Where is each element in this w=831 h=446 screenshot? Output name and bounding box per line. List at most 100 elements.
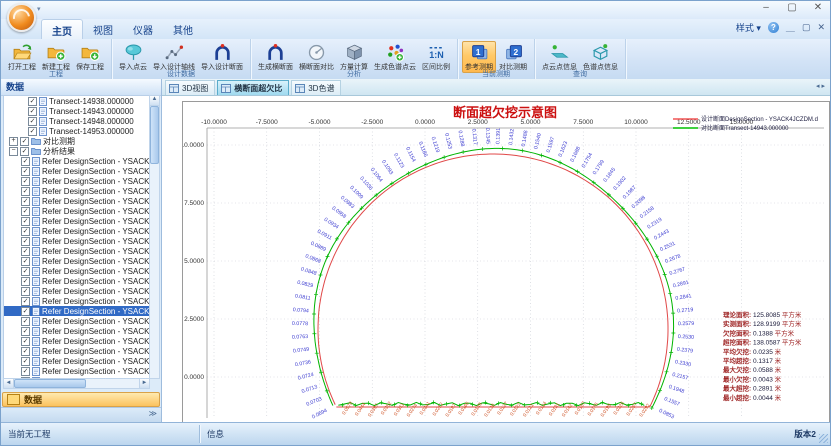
ribbon-tab-0[interactable]: 主页 (41, 19, 83, 39)
sidebar-collapse-strip[interactable]: ≫ (1, 407, 161, 423)
ribbon-tab-1[interactable]: 视图 (83, 19, 123, 39)
document-tab-0[interactable]: 3D视图 (165, 80, 215, 95)
tree-checkbox[interactable]: ✓ (21, 347, 30, 356)
tree-checkbox[interactable]: ✓ (21, 317, 30, 326)
tree-checkbox[interactable]: ✓ (21, 307, 30, 316)
svg-text:0.0811: 0.0811 (294, 293, 311, 301)
scroll-left-icon[interactable]: ◄ (4, 379, 14, 388)
tree-checkbox[interactable]: ✓ (20, 137, 29, 146)
tree-checkbox[interactable]: ✓ (21, 157, 30, 166)
tree-checkbox[interactable]: ✓ (21, 167, 30, 176)
scroll-right-icon[interactable]: ► (139, 379, 149, 388)
tree-item-26[interactable]: ✓Refer DesignSection - YSACK4JCZDI (4, 356, 149, 366)
tree-item-8[interactable]: ✓Refer DesignSection - YSACK4JCZDI (4, 176, 149, 186)
tree-checkbox[interactable]: ✓ (21, 247, 30, 256)
tree-checkbox[interactable]: ✓ (21, 217, 30, 226)
tree-item-7[interactable]: ✓Refer DesignSection - YSACK4JCZDI (4, 166, 149, 176)
document-tab-2[interactable]: 3D色谱 (291, 80, 341, 95)
tree-checkbox[interactable]: ✓ (21, 327, 30, 336)
svg-text:0.2319: 0.2319 (646, 217, 663, 231)
cube-icon (345, 43, 364, 62)
tree-item-6[interactable]: ✓ Refer DesignSection - YSACK4JCZDI (4, 156, 149, 166)
doc-close-button[interactable]: ✕ (817, 22, 825, 33)
tree-checkbox[interactable]: ✓ (21, 357, 30, 366)
resize-grip[interactable] (819, 434, 828, 443)
tree-item-20[interactable]: ✓Refer DesignSection - YSACK4JCZDI (4, 296, 149, 306)
tree-item-18[interactable]: ✓Refer DesignSection - YSACK4JCZDI (4, 276, 149, 286)
ribbon-tab-3[interactable]: 其他 (163, 19, 203, 39)
tree-item-24[interactable]: ✓Refer DesignSection - YSACK4JCZDI (4, 336, 149, 346)
tree-checkbox[interactable]: ✓ (21, 337, 30, 346)
scroll-up-icon[interactable]: ▲ (150, 96, 159, 106)
quick-access-arrow-icon[interactable]: ▾ (37, 5, 41, 13)
tree-checkbox[interactable]: ✓ (21, 237, 30, 246)
tree-checkbox[interactable]: ✓ (21, 197, 30, 206)
doc-icon (32, 247, 40, 256)
tree-checkbox[interactable]: ✓ (21, 277, 30, 286)
doc-icon (32, 177, 40, 186)
svg-text:0.2157: 0.2157 (671, 372, 688, 382)
tree-item-16[interactable]: ✓Refer DesignSection - YSACK4JCZDI (4, 256, 149, 266)
tree-item-17[interactable]: ✓Refer DesignSection - YSACK4JCZDI (4, 266, 149, 276)
tree-checkbox[interactable]: ✓ (28, 117, 37, 126)
doc-minimize-button[interactable]: ＿ (786, 21, 795, 34)
tree-checkbox[interactable]: ✓ (21, 287, 30, 296)
tree-item-19[interactable]: ✓Refer DesignSection - YSACK4JCZDI (4, 286, 149, 296)
tree-checkbox[interactable]: ✓ (28, 127, 37, 136)
scrollbar-thumb[interactable] (150, 106, 159, 164)
tab-scroll-arrows[interactable]: ◂▸ (816, 82, 827, 90)
tree-checkbox[interactable]: ✓ (28, 97, 37, 106)
doc-restore-button[interactable]: ▢ (802, 22, 811, 33)
tree-horizontal-scrollbar[interactable]: ◄ ► (3, 378, 150, 389)
ribbon-tab-2[interactable]: 仪器 (123, 19, 163, 39)
tree-item-0[interactable]: ✓Transect-14938.000000 (4, 96, 149, 106)
tree-checkbox[interactable]: ✓ (28, 107, 37, 116)
tree-item-25[interactable]: ✓Refer DesignSection - YSACK4JCZDI (4, 346, 149, 356)
tree-item-label: Refer DesignSection - YSACK4JCZDI (42, 157, 150, 166)
svg-text:0.1754: 0.1754 (581, 152, 594, 169)
tree-item-4[interactable]: +✓对比测期 (4, 136, 149, 146)
tunnel-icon (266, 43, 285, 62)
polyline-icon (165, 43, 184, 62)
expand-icon[interactable]: + (9, 137, 18, 146)
window-minimize-button[interactable]: – (758, 2, 774, 13)
app-orb-icon[interactable] (7, 3, 36, 32)
document-tab-1[interactable]: 横断面超欠比 (217, 80, 289, 95)
tree-item-22[interactable]: ✓ Refer DesignSection - YSACK4JCZDI (4, 316, 149, 326)
tree-item-2[interactable]: ✓Transect-14948.000000 (4, 116, 149, 126)
tree-checkbox[interactable]: ✓ (20, 147, 29, 156)
collapse-icon[interactable]: − (9, 147, 18, 156)
tree-item-9[interactable]: ✓Refer DesignSection - YSACK4JCZDI (4, 186, 149, 196)
tree-checkbox[interactable]: ✓ (21, 297, 30, 306)
tree-item-3[interactable]: ✓Transect-14953.000000 (4, 126, 149, 136)
tree-item-11[interactable]: ✓Refer DesignSection - YSACK4JCZDI (4, 206, 149, 216)
window-close-button[interactable]: ✕ (810, 2, 826, 13)
cross-section-chart: -10.0000-7.5000-5.0000-2.50000.00002.500… (183, 102, 827, 420)
tree-item-27[interactable]: ✓Refer DesignSection - YSACK4JCZDI (4, 366, 149, 376)
tree-checkbox[interactable]: ✓ (21, 227, 30, 236)
tree-checkbox[interactable]: ✓ (21, 207, 30, 216)
tree-item-5[interactable]: −✓分析结果 (4, 146, 149, 156)
tree-item-10[interactable]: ✓Refer DesignSection - YSACK4JCZDI (4, 196, 149, 206)
tree-item-12[interactable]: ✓Refer DesignSection - YSACK4JCZDI (4, 216, 149, 226)
scrollbar-thumb[interactable] (14, 379, 86, 388)
tree-item-21[interactable]: ✓Refer DesignSection - YSACK4JCZDI (4, 306, 149, 316)
svg-text:10.0000: 10.0000 (624, 119, 648, 126)
tree-checkbox[interactable]: ✓ (21, 267, 30, 276)
tree-checkbox[interactable]: ✓ (21, 257, 30, 266)
tree-checkbox[interactable]: ✓ (21, 187, 30, 196)
help-icon[interactable]: ? (768, 22, 779, 33)
tree-vertical-scrollbar[interactable]: ▲ (149, 95, 160, 379)
window-maximize-button[interactable]: ▢ (784, 2, 800, 13)
tree-item-14[interactable]: ✓Refer DesignSection - YSACK4JCZDI (4, 236, 149, 246)
tree-checkbox[interactable]: ✓ (21, 367, 30, 376)
tree-checkbox[interactable]: ✓ (21, 177, 30, 186)
tree-item-15[interactable]: ✓Refer DesignSection - YSACK4JCZDI (4, 246, 149, 256)
tree-item-13[interactable]: ✓Refer DesignSection - YSACK4JCZDI (4, 226, 149, 236)
doc-icon (32, 227, 40, 236)
tree-item-23[interactable]: ✓Refer DesignSection - YSACK4JCZDI (4, 326, 149, 336)
tree-item-label: Refer DesignSection - YSACK4JCZDI (42, 317, 150, 326)
style-dropdown[interactable]: 样式 ▾ (736, 21, 761, 34)
tree-item-1[interactable]: ✓Transect-14943.000000 (4, 106, 149, 116)
sidebar-panel-data[interactable]: 数据 (2, 392, 160, 407)
